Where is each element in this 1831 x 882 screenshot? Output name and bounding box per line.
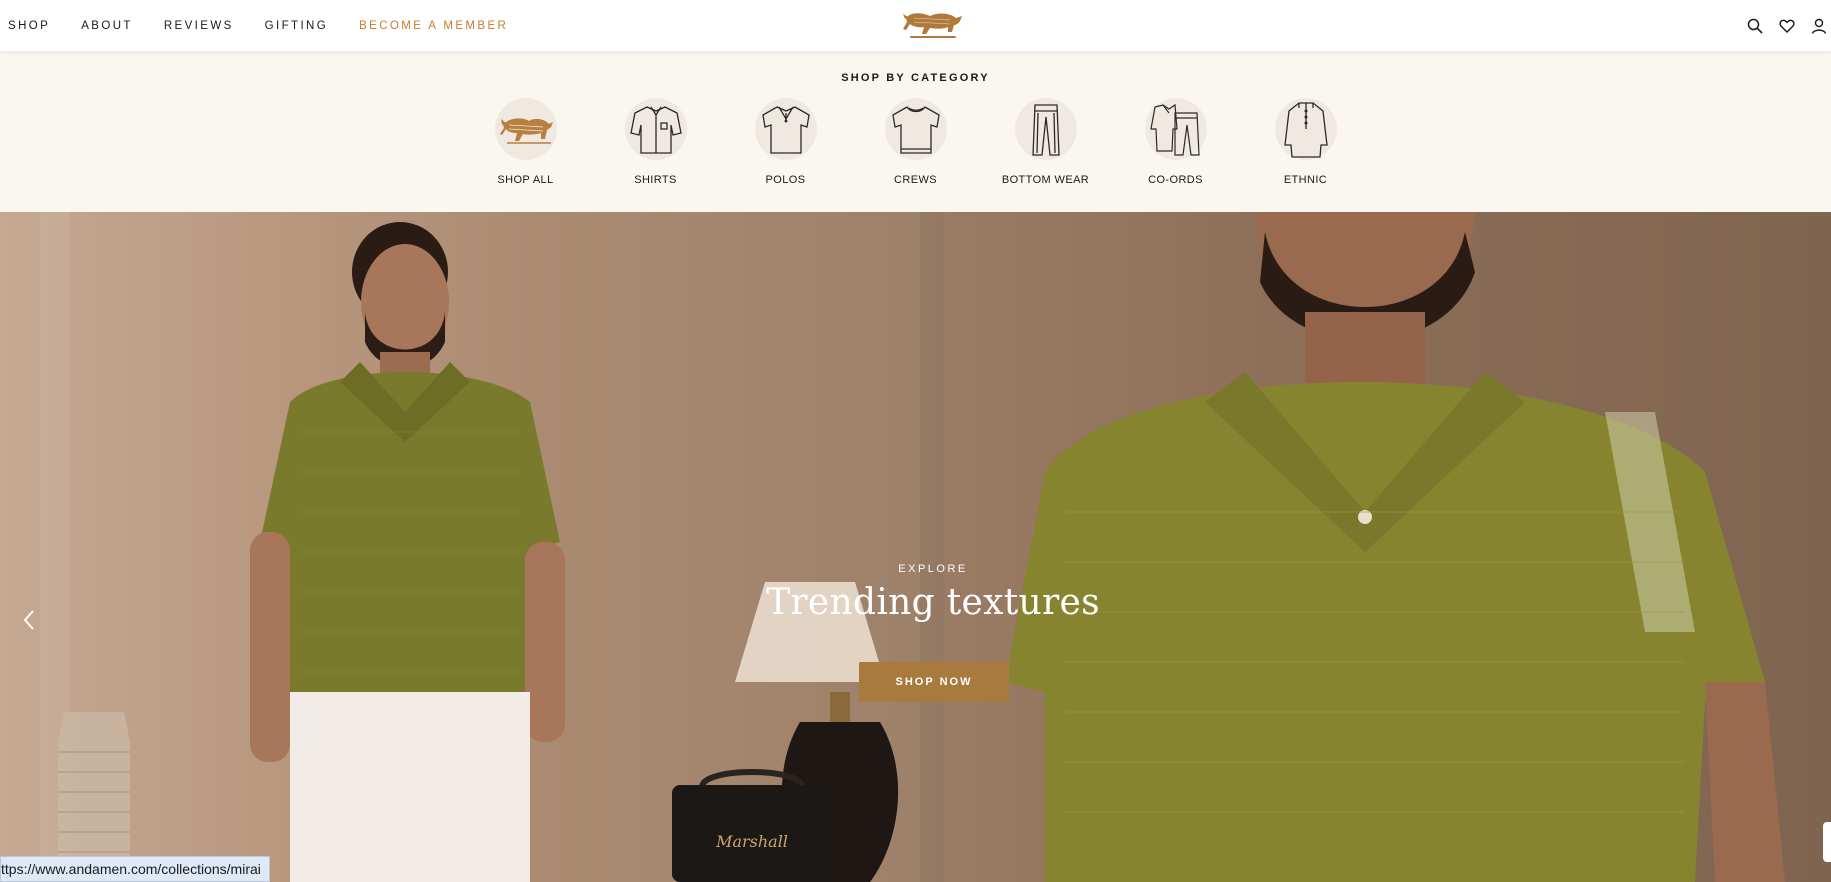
user-icon[interactable] <box>1811 18 1827 34</box>
heart-icon[interactable] <box>1779 18 1795 34</box>
header-actions <box>1747 0 1831 52</box>
category-label: CO-ORDS <box>1148 174 1203 186</box>
nav-about[interactable]: ABOUT <box>81 20 133 32</box>
bull-icon <box>494 98 557 160</box>
category-ethnic[interactable]: ETHNIC <box>1241 98 1371 186</box>
speaker-brand: Marshall <box>715 832 788 851</box>
model-right <box>1005 212 1785 882</box>
hero-banner: Marshall EXPLORE Trending textures SHOP … <box>0 212 1831 882</box>
category-shirts[interactable]: SHIRTS <box>591 98 721 186</box>
polo-icon <box>754 98 817 160</box>
shirt-icon <box>624 98 687 160</box>
tshirt-icon <box>884 98 947 160</box>
bull-logo[interactable] <box>900 8 966 44</box>
shop-now-button[interactable]: SHOP NOW <box>859 662 1009 702</box>
nav-shop[interactable]: SHOP <box>8 20 50 32</box>
main-nav: SHOP ABOUT REVIEWS GIFTING BECOME A MEMB… <box>8 0 508 52</box>
hero-image-left: Marshall <box>0 212 945 882</box>
wall-edge <box>920 212 945 882</box>
model-left <box>250 222 565 882</box>
site-header: SHOP ABOUT REVIEWS GIFTING BECOME A MEMB… <box>0 0 1831 52</box>
category-label: POLOS <box>765 174 806 186</box>
nav-become-a-member[interactable]: BECOME A MEMBER <box>359 20 508 32</box>
speaker: Marshall <box>672 769 832 882</box>
coord-icon <box>1144 98 1207 160</box>
nav-reviews[interactable]: REVIEWS <box>164 20 234 32</box>
search-icon[interactable] <box>1747 18 1763 34</box>
category-label: CREWS <box>894 174 937 186</box>
category-label: ETHNIC <box>1283 174 1328 186</box>
trousers-icon <box>1014 98 1077 160</box>
nav-gifting[interactable]: GIFTING <box>265 20 328 32</box>
category-shop-all[interactable]: SHOP ALL <box>461 98 591 186</box>
category-bar: SHOP BY CATEGORY SHOP ALL SHIRTS POLOS C… <box>0 52 1831 212</box>
category-co-ords[interactable]: CO-ORDS <box>1111 98 1241 186</box>
category-title: SHOP BY CATEGORY <box>841 72 990 84</box>
chevron-left-icon[interactable] <box>20 605 38 635</box>
kurta-icon <box>1274 98 1337 160</box>
category-label: BOTTOM WEAR <box>1001 174 1090 186</box>
status-bar-url: ttps://www.andamen.com/collections/mirai <box>0 856 270 882</box>
category-bottom-wear[interactable]: BOTTOM WEAR <box>981 98 1111 186</box>
category-list: SHOP ALL SHIRTS POLOS CREWS BOTTOM WEAR … <box>0 98 1831 186</box>
category-label: SHIRTS <box>634 174 677 186</box>
hero-image-right <box>945 212 1831 882</box>
category-polos[interactable]: POLOS <box>721 98 851 186</box>
side-tab[interactable] <box>1823 822 1831 862</box>
category-crews[interactable]: CREWS <box>851 98 981 186</box>
category-label: SHOP ALL <box>497 174 554 186</box>
